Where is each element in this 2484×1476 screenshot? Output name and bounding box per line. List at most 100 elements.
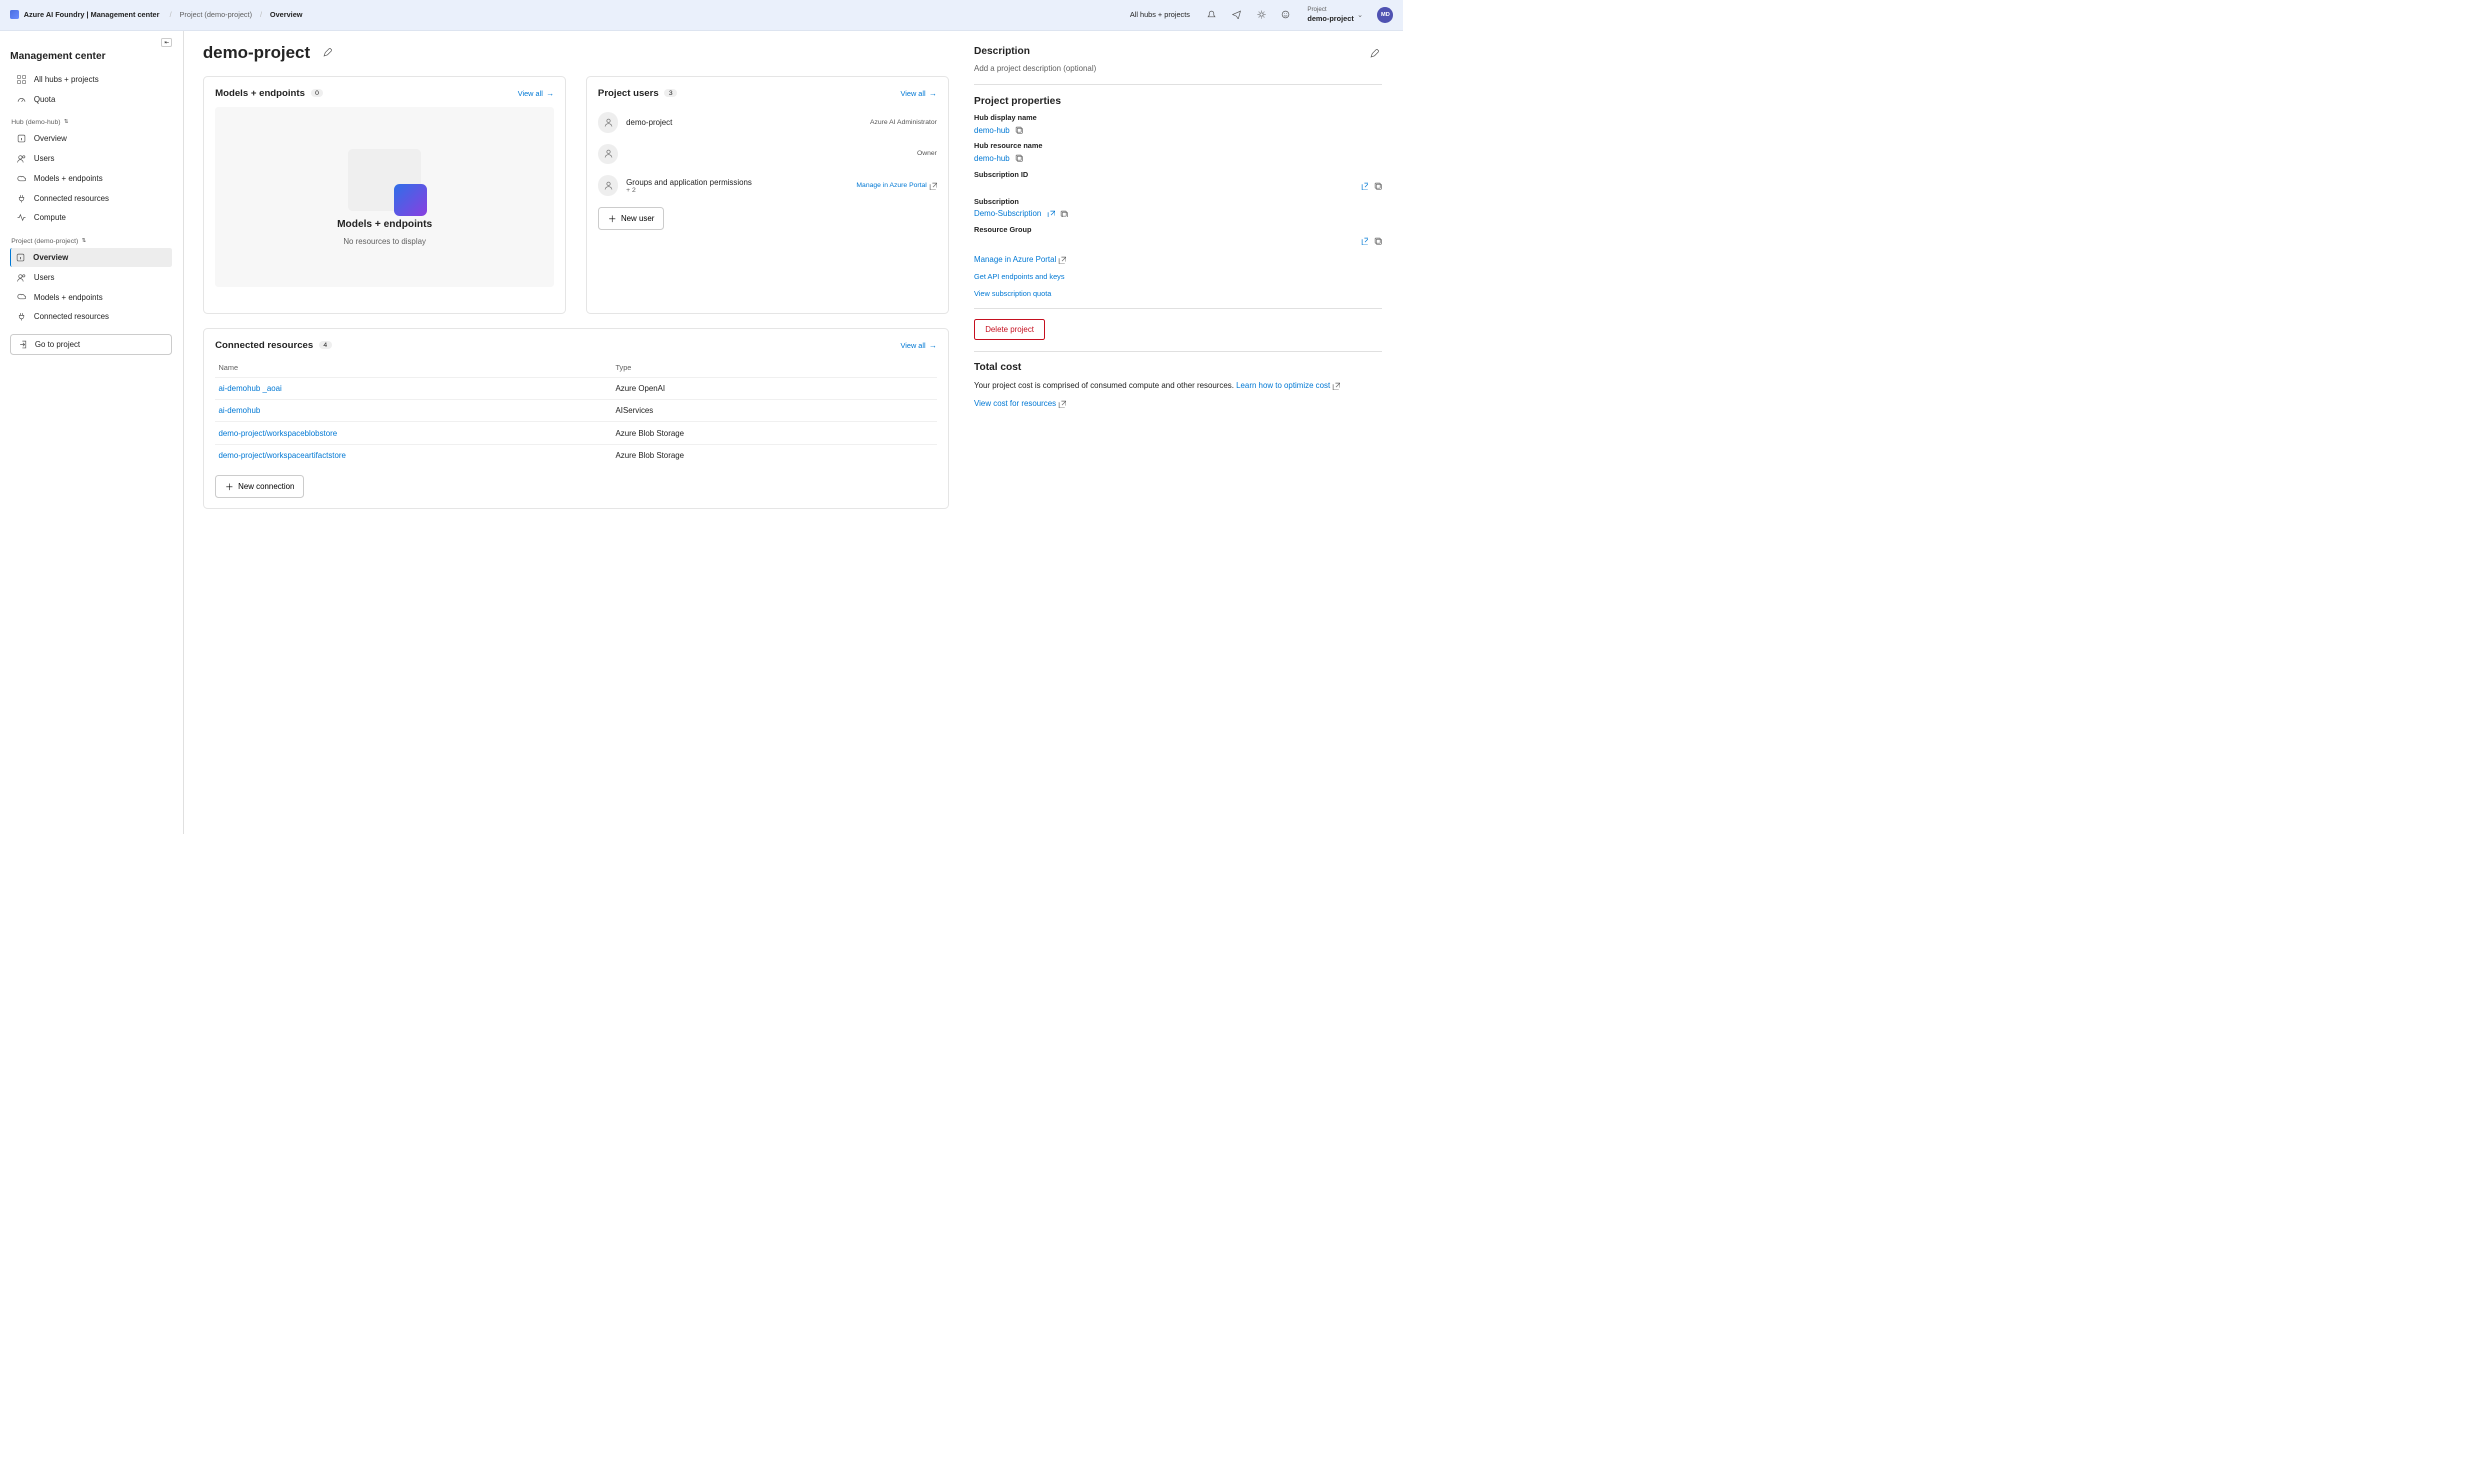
external-link-icon[interactable] [1361, 182, 1369, 190]
new-user-button[interactable]: ＋ New user [598, 207, 664, 230]
sidebar-item-proj-models[interactable]: Models + endpoints [10, 287, 172, 306]
activity-icon [17, 213, 26, 222]
description-placeholder[interactable]: Add a project description (optional) [974, 64, 1382, 73]
sidebar-group-hub[interactable]: Hub (demo-hub) ⇅ [11, 119, 172, 126]
notifications-icon[interactable] [1202, 6, 1220, 24]
hub-resource-link[interactable]: demo-hub [974, 154, 1010, 163]
go-to-project-button[interactable]: Go to project [10, 334, 172, 355]
settings-icon[interactable] [1252, 6, 1270, 24]
resource-link[interactable]: ai-demohub _aoai [219, 384, 282, 393]
sidebar-item-proj-overview[interactable]: Overview [10, 248, 172, 267]
user-avatar-icon [598, 112, 618, 132]
nav-label: Overview [33, 253, 68, 262]
arrow-right-icon: → [929, 341, 937, 350]
resource-link[interactable]: ai-demohub [219, 406, 261, 415]
sidebar-item-hub-models[interactable]: Models + endpoints [10, 169, 172, 188]
delete-project-button[interactable]: Delete project [974, 319, 1045, 340]
copy-icon[interactable] [1015, 126, 1023, 134]
info-icon [17, 134, 26, 143]
sidebar-title: Management center [10, 51, 172, 62]
nav-label: Connected resources [34, 312, 109, 321]
plus-icon: ＋ [608, 213, 616, 225]
models-empty-state: Models + endpoints No resources to displ… [215, 107, 554, 288]
view-quota-link[interactable]: View subscription quota [974, 289, 1382, 298]
right-panel: Description Add a project description (o… [968, 31, 1403, 834]
sidebar-item-hub-overview[interactable]: Overview [10, 129, 172, 148]
view-cost-link[interactable]: View cost for resources [974, 399, 1066, 408]
view-all-users-link[interactable]: View all→ [901, 89, 937, 98]
hub-display-link[interactable]: demo-hub [974, 126, 1010, 135]
external-link-icon[interactable] [1047, 210, 1055, 218]
sidebar-group-project[interactable]: Project (demo-project) ⇅ [11, 238, 172, 245]
breadcrumb-sep: / [260, 10, 262, 19]
subscription-link[interactable]: Demo-Subscription [974, 209, 1041, 218]
sidebar-item-quota[interactable]: Quota [10, 89, 172, 108]
empty-subtitle: No resources to display [343, 237, 426, 246]
sidebar-item-proj-users[interactable]: Users [10, 268, 172, 287]
exit-icon [19, 340, 28, 349]
col-name[interactable]: Name [215, 359, 612, 378]
plus-icon: ＋ [225, 481, 233, 493]
copy-icon[interactable] [1374, 182, 1382, 190]
edit-description-button[interactable] [1366, 46, 1382, 62]
prop-label: Resource Group [974, 225, 1382, 234]
resource-type: Azure OpenAI [612, 377, 937, 399]
table-row: ai-demohub _aoai Azure OpenAI [215, 377, 937, 399]
sidebar-collapse-button[interactable]: ⇤ [161, 38, 172, 47]
new-connection-button[interactable]: ＋ New connection [215, 475, 304, 498]
grid-icon [17, 75, 26, 84]
col-type[interactable]: Type [612, 359, 937, 378]
copy-icon[interactable] [1060, 210, 1068, 218]
brand[interactable]: Azure AI Foundry | Management center [10, 10, 159, 19]
cloud-icon [17, 174, 26, 183]
sidebar-item-all-hubs[interactable]: All hubs + projects [10, 70, 172, 89]
card-title: Models + endpoints [215, 88, 305, 99]
description-title: Description [974, 46, 1030, 57]
sidebar-item-proj-connected[interactable]: Connected resources [10, 307, 172, 326]
manage-azure-portal-link[interactable]: Manage in Azure Portal [856, 182, 937, 190]
resource-type: Azure Blob Storage [612, 444, 937, 466]
project-switcher[interactable]: Project demo-project ⌄ [1307, 7, 1362, 23]
sidebar-item-hub-users[interactable]: Users [10, 149, 172, 168]
scope-selector[interactable]: All hubs + projects [1130, 10, 1190, 19]
arrow-right-icon: → [929, 89, 937, 98]
copy-icon[interactable] [1015, 154, 1023, 162]
brand-title: Azure AI Foundry | Management center [24, 10, 160, 19]
nav-label: Connected resources [34, 194, 109, 203]
plug-icon [17, 312, 26, 321]
breadcrumb-project[interactable]: Project (demo-project) [180, 10, 253, 19]
count-badge: 4 [319, 341, 332, 349]
feedback-icon[interactable] [1277, 6, 1295, 24]
external-link-icon [1332, 382, 1340, 390]
external-link-icon[interactable] [1361, 237, 1369, 245]
breadcrumb-overview[interactable]: Overview [270, 10, 303, 19]
view-all-models-link[interactable]: View all→ [518, 89, 554, 98]
brand-logo-icon [10, 10, 19, 19]
cost-text: Your project cost is comprised of consum… [974, 380, 1382, 392]
properties-title: Project properties [974, 96, 1382, 107]
connected-resources-table: Name Type ai-demohub _aoai Azure OpenAI … [215, 359, 937, 467]
project-switcher-value: demo-project [1307, 14, 1353, 23]
learn-optimize-cost-link[interactable]: Learn how to optimize cost [1236, 380, 1340, 392]
project-switcher-label: Project [1307, 7, 1353, 14]
manage-portal-link[interactable]: Manage in Azure Portal [974, 255, 1382, 264]
table-row: ai-demohub AIServices [215, 399, 937, 421]
user-role: Azure AI Administrator [870, 119, 937, 126]
resource-link[interactable]: demo-project/workspaceartifactstore [219, 451, 346, 460]
table-row: demo-project/workspaceartifactstore Azur… [215, 444, 937, 466]
get-endpoints-link[interactable]: Get API endpoints and keys [974, 272, 1382, 281]
empty-illustration-icon [348, 149, 421, 211]
view-all-connected-link[interactable]: View all→ [901, 341, 937, 350]
user-name: Groups and application permissions [626, 178, 848, 187]
resource-link[interactable]: demo-project/workspaceblobstore [219, 429, 338, 438]
sidebar-item-hub-compute[interactable]: Compute [10, 208, 172, 227]
chevron-updown-icon: ⇅ [64, 119, 69, 125]
copy-icon[interactable] [1374, 237, 1382, 245]
announcements-icon[interactable] [1227, 6, 1245, 24]
avatar[interactable]: MD [1377, 7, 1393, 23]
nav-label: Compute [34, 213, 66, 222]
edit-title-button[interactable] [319, 45, 335, 61]
sidebar-item-hub-connected[interactable]: Connected resources [10, 188, 172, 207]
nav-label: Quota [34, 95, 56, 104]
page-title: demo-project [203, 43, 310, 63]
